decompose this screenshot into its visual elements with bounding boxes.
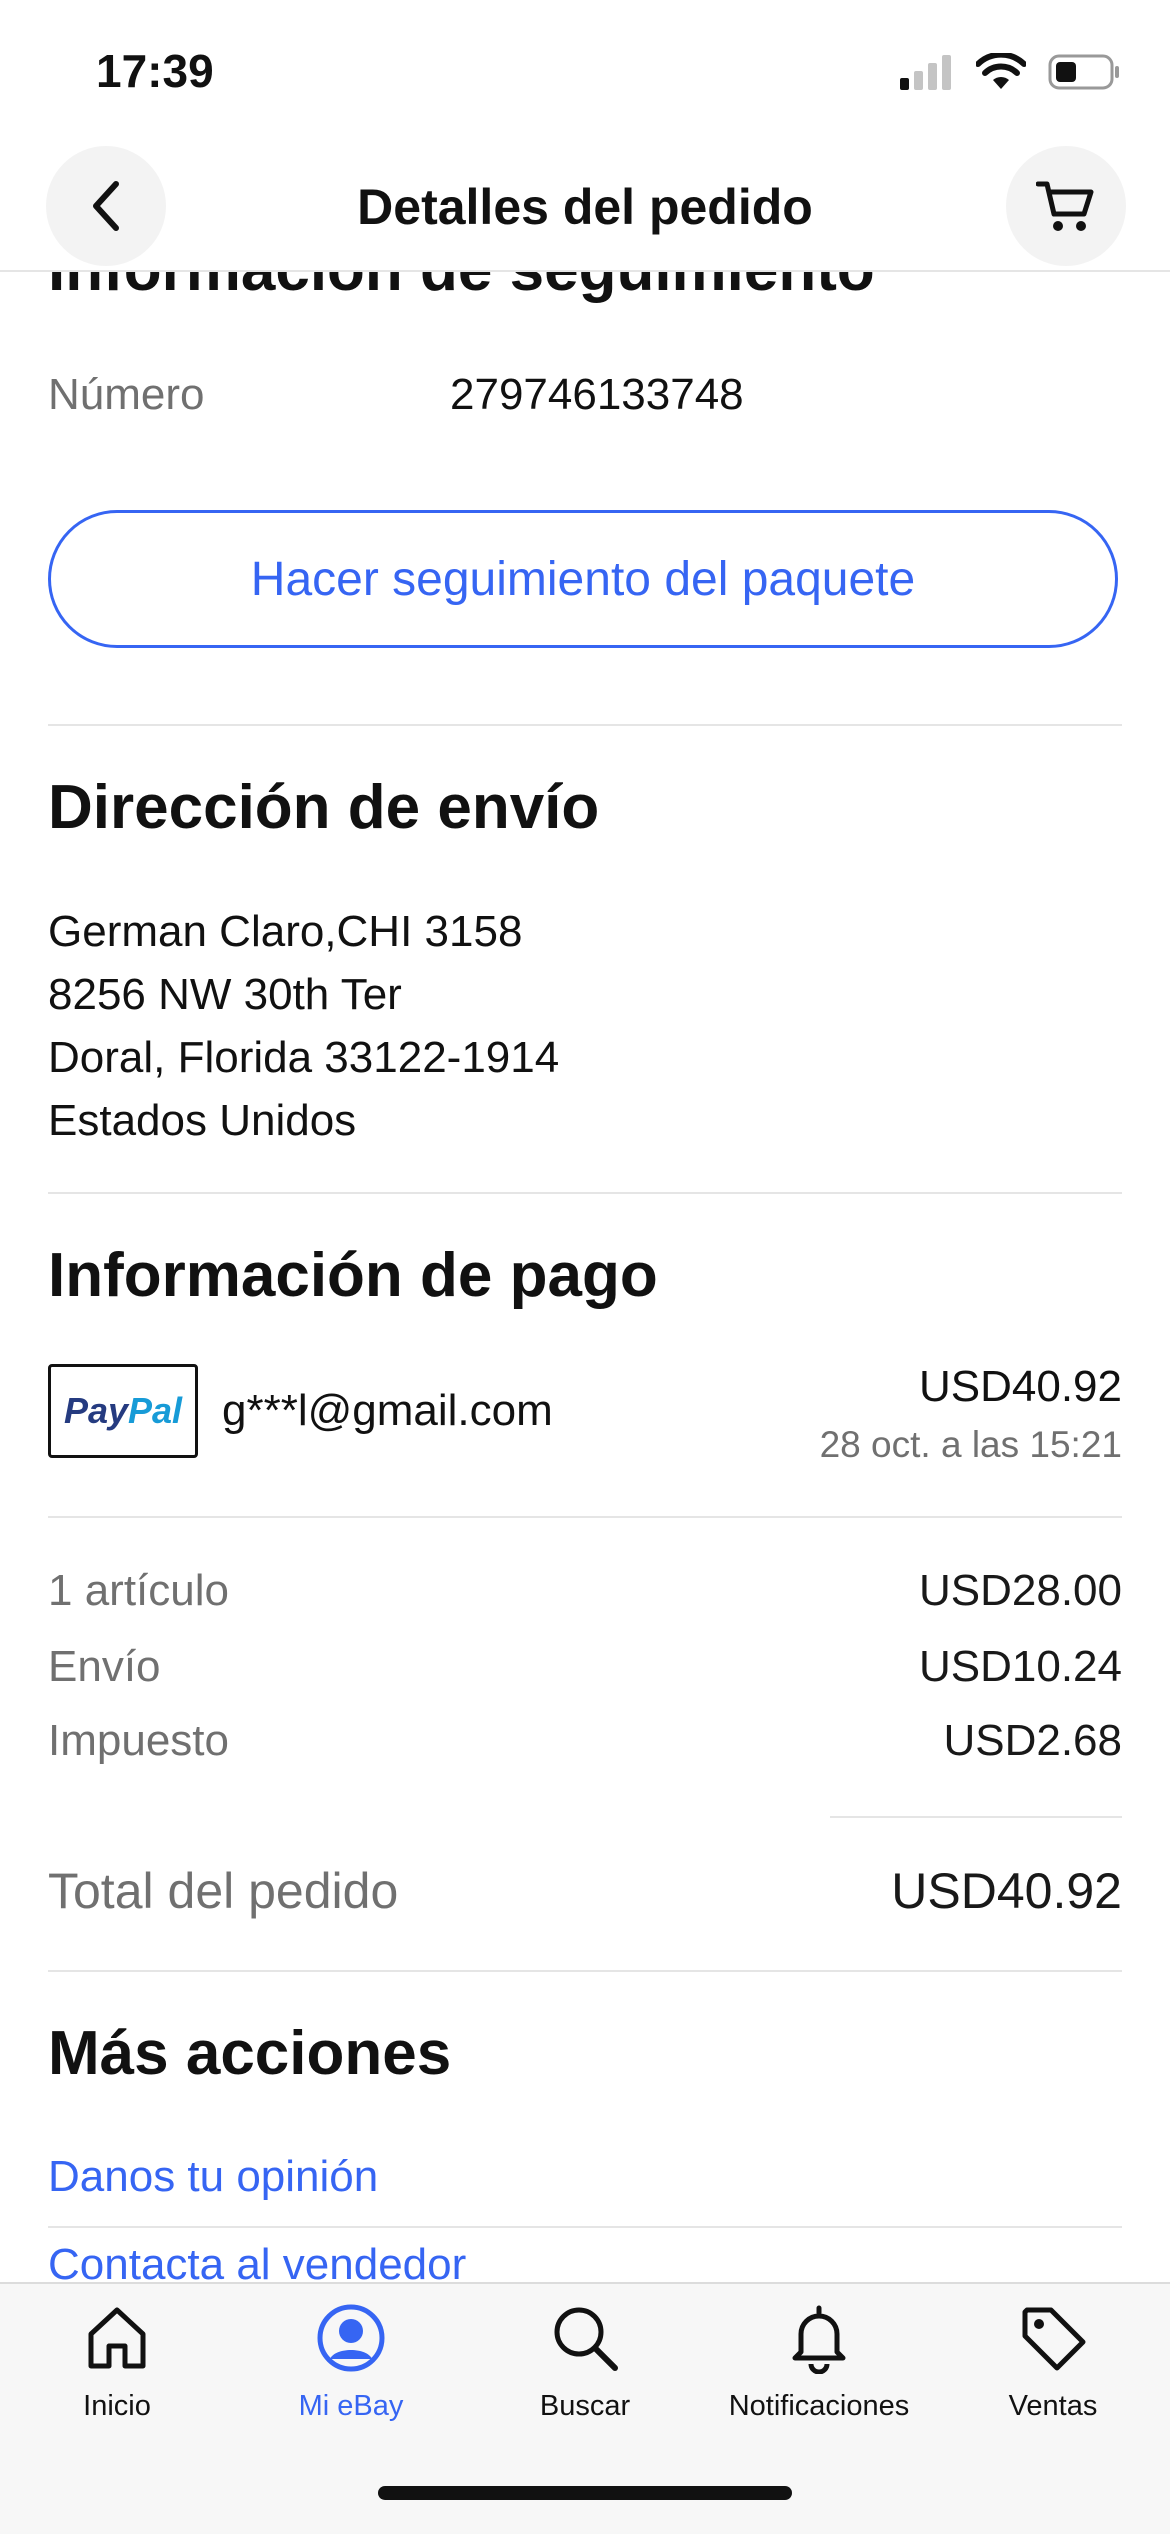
section-divider (48, 724, 1122, 726)
status-time: 17:39 (96, 45, 214, 97)
track-package-button[interactable]: Hacer seguimiento del paquete (48, 510, 1118, 648)
subtotal-divider (830, 1816, 1122, 1818)
nav-item-notifications[interactable]: Notificaciones (702, 2302, 936, 2423)
summary-row-tax: Impuesto USD2.68 (48, 1716, 1122, 1766)
tracking-number-label: Número (48, 370, 205, 419)
nav-item-selling[interactable]: Ventas (936, 2302, 1170, 2423)
summary-value: USD28.00 (918, 1566, 1122, 1615)
summary-row-items: 1 artículo USD28.00 (48, 1566, 1122, 1616)
nav-item-home[interactable]: Inicio (0, 2302, 234, 2423)
section-divider (48, 1516, 1122, 1518)
address-line: German Claro,CHI 3158 (48, 907, 523, 956)
track-package-button-label: Hacer seguimiento del paquete (250, 552, 916, 606)
payment-date: 28 oct. a las 15:21 (819, 1424, 1122, 1465)
cellular-signal-icon (900, 55, 951, 90)
contact-seller-link[interactable]: Contacta al vendedor (48, 2240, 466, 2282)
wifi-icon (976, 53, 1026, 89)
bell-icon (792, 2305, 846, 2374)
summary-label: Impuesto (48, 1716, 229, 1765)
nav-item-my-ebay[interactable]: Mi eBay (234, 2302, 468, 2423)
section-divider (48, 2226, 1122, 2228)
summary-label: Envío (48, 1642, 161, 1691)
nav-label: Ventas (1008, 2390, 1098, 2422)
section-divider (48, 1192, 1122, 1194)
cart-button[interactable] (1006, 146, 1126, 266)
search-icon (554, 2307, 618, 2371)
cart-icon (1036, 181, 1094, 231)
scroll-content[interactable]: Información de seguimiento Número 279746… (0, 272, 1170, 2282)
section-divider (48, 1970, 1122, 1972)
address-line: Doral, Florida 33122-1914 (48, 1033, 560, 1082)
nav-label: Mi eBay (298, 2390, 404, 2422)
address-line: Estados Unidos (48, 1096, 357, 1145)
home-icon (88, 2307, 146, 2369)
tracking-number-value: 279746133748 (450, 370, 744, 419)
order-total-label: Total del pedido (48, 1863, 399, 1919)
payment-section-title: Información de pago (48, 1241, 658, 1310)
paypal-logo: Pay Pal (48, 1364, 198, 1458)
order-total-row: Total del pedido USD40.92 (48, 1862, 1122, 1920)
status-icons (900, 52, 1120, 92)
feedback-link[interactable]: Danos tu opinión (48, 2152, 378, 2202)
more-actions-title: Más acciones (48, 2019, 452, 2088)
summary-value: USD10.24 (918, 1642, 1122, 1691)
nav-item-search[interactable]: Buscar (468, 2302, 702, 2423)
profile-icon (317, 2304, 385, 2372)
tag-icon (1022, 2307, 1086, 2371)
summary-value: USD2.68 (943, 1716, 1122, 1765)
nav-label: Buscar (539, 2390, 631, 2422)
shipping-section-title: Dirección de envío (48, 773, 600, 842)
shipping-address: German Claro,CHI 3158 8256 NW 30th Ter D… (48, 900, 559, 1152)
home-indicator (378, 2486, 792, 2500)
battery-icon (1048, 54, 1119, 90)
tracking-section-title: Información de seguimiento (48, 272, 875, 306)
nav-label: Notificaciones (728, 2390, 910, 2422)
payment-account: g***l@gmail.com (222, 1386, 553, 1435)
summary-row-shipping: Envío USD10.24 (48, 1642, 1122, 1692)
order-total-value: USD40.92 (891, 1863, 1122, 1919)
address-line: 8256 NW 30th Ter (48, 970, 402, 1019)
summary-label: 1 artículo (48, 1566, 229, 1615)
payment-amount: USD40.92 (918, 1362, 1122, 1411)
page-title: Detalles del pedido (357, 179, 813, 235)
nav-label: Inicio (83, 2390, 151, 2422)
